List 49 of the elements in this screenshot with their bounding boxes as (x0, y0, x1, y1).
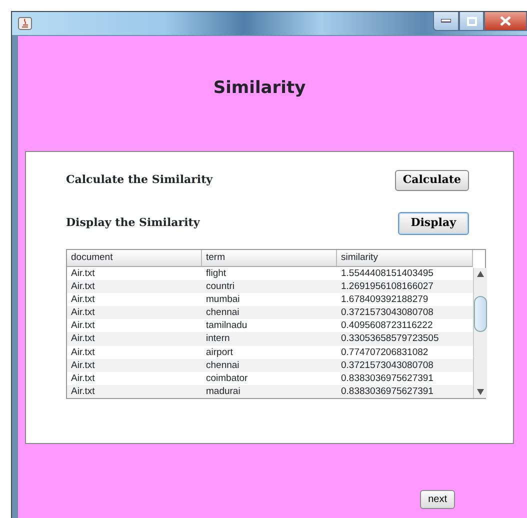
scroll-up-icon[interactable] (477, 270, 484, 276)
table-cell-text: countri (205, 280, 236, 293)
table-cell-text: Air.txt (70, 306, 96, 320)
table-cell-text: coimbator (205, 372, 249, 386)
scroll-thumb[interactable] (474, 296, 487, 332)
table-cell-text: 0.8383036975627391 (340, 385, 434, 398)
table-cell-text: 0.3721573043080708 (340, 306, 434, 320)
table-cell-text: Air.txt (70, 346, 96, 359)
maximize-button[interactable] (459, 12, 484, 31)
table-cell-text: Air.txt (70, 385, 96, 398)
close-button[interactable] (484, 12, 527, 31)
window-title: Similarity (213, 78, 306, 98)
table-cell-text: 0.33053658579723505 (340, 332, 440, 346)
column-header[interactable]: term (202, 250, 337, 266)
close-icon[interactable] (500, 16, 511, 26)
table-cell-text: airport (205, 346, 234, 359)
next-button[interactable]: next (420, 490, 455, 508)
table-cell-text: flight (205, 266, 228, 280)
java-icon (18, 17, 32, 30)
scroll-down-icon[interactable] (477, 389, 484, 396)
scrollbar[interactable] (473, 268, 487, 398)
table-cell-text: 1.2691956108166027 (340, 280, 434, 293)
action-button[interactable]: Display (398, 212, 469, 235)
table-cell-text: Air.txt (70, 332, 96, 346)
table-cell-text: Air.txt (70, 358, 96, 372)
table-cell-text: 0.8383036975627391 (340, 372, 434, 386)
table-cell-text: 0.774707206831082 (340, 346, 430, 359)
table-cell-text: 1.678409392188279 (340, 292, 430, 306)
table-cell-text: 0.4095608723116222 (340, 319, 434, 332)
action-label: Calculate the Similarity (66, 172, 213, 188)
column-header[interactable]: similarity (337, 250, 473, 266)
table-cell-text: Air.txt (70, 292, 96, 306)
table-cell-text: Air.txt (70, 319, 96, 332)
table-cell-text: Air.txt (70, 372, 96, 386)
table-cell-text: 1.5544408151403495 (340, 266, 434, 280)
table-cell-text: madurai (205, 385, 242, 398)
table-cell-text: chennai (205, 306, 240, 320)
table-cell-text: 0.3721573043080708 (340, 358, 434, 372)
table-cell-text: Air.txt (70, 266, 96, 280)
table-cell-text: chennai (205, 358, 240, 372)
minimize-button[interactable] (433, 12, 459, 31)
table-cell-text: tamilnadu (205, 319, 248, 332)
table-cell-text: mumbai (205, 292, 241, 306)
column-header[interactable]: document (67, 250, 202, 266)
action-label: Display the Similarity (66, 215, 200, 232)
minimize-icon[interactable] (441, 19, 451, 23)
action-button[interactable]: Calculate (394, 170, 469, 191)
table-cell-text: intern (205, 332, 231, 346)
table-cell-text: Air.txt (70, 280, 96, 293)
